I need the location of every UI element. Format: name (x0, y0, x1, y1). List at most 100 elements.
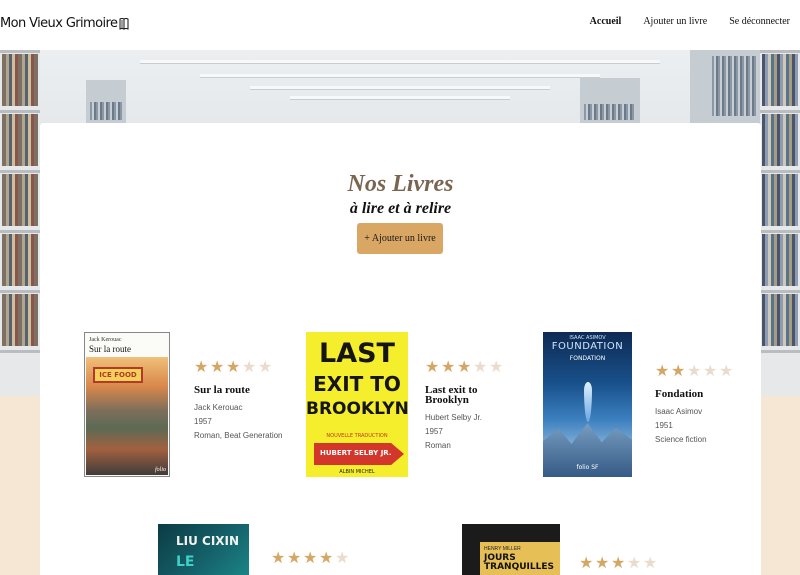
star-filled-icon: ★ (226, 359, 241, 376)
book-cover[interactable]: HENRY MILLER JOURS TRANQUILLES (462, 524, 560, 575)
star-filled-icon: ★ (595, 555, 610, 572)
star-filled-icon: ★ (271, 550, 286, 567)
cover-title-line: BROOKLYN (306, 399, 408, 419)
cover-art (584, 382, 592, 422)
books-panel: Nos Livres à lire et à relire + Ajouter … (40, 123, 761, 575)
cover-publisher: folio (154, 467, 166, 473)
star-empty-icon: ★ (473, 359, 488, 376)
site-header: Mon Vieux Grimoire Accueil Ajouter un li… (0, 0, 800, 50)
book-cover[interactable]: ISAAC ASIMOV FOUNDATION FONDATION folio … (543, 332, 632, 477)
book-cover[interactable]: Jack Kerouac Sur la route ICE FOOD folio (84, 332, 170, 477)
add-book-button[interactable]: + Ajouter un livre (357, 223, 443, 254)
book-author: Hubert Selby Jr. (425, 413, 482, 422)
book-title[interactable]: Last exit to Brooklyn (425, 385, 515, 406)
books (584, 104, 636, 120)
star-empty-icon: ★ (687, 363, 702, 380)
star-empty-icon: ★ (643, 555, 658, 572)
books (2, 294, 38, 346)
book-icon (119, 18, 129, 30)
ceiling-light (250, 86, 550, 90)
rating: ★ ★ ★ ★ ★ (194, 359, 284, 376)
book-genre: Roman, Beat Generation (194, 431, 283, 440)
book-cover[interactable]: LAST EXIT TO BROOKLYN NOUVELLE TRADUCTIO… (306, 332, 408, 477)
star-empty-icon: ★ (719, 363, 734, 380)
star-filled-icon: ★ (287, 550, 302, 567)
book-genre: Roman (425, 441, 451, 450)
star-empty-icon: ★ (335, 550, 350, 567)
cover-tagline: NOUVELLE TRADUCTION (326, 433, 388, 439)
books (762, 114, 798, 166)
books (2, 114, 38, 166)
star-filled-icon: ★ (425, 359, 440, 376)
cover-title: LE (176, 554, 195, 570)
book-info: ★ ★ ★ ★ ★ Sur la route Jack Kerouac 1957 Rom… (194, 359, 284, 441)
books (712, 56, 758, 116)
nav-accueil[interactable]: Accueil (590, 16, 622, 27)
star-filled-icon: ★ (457, 359, 472, 376)
cover-big-title: FOUNDATION (551, 341, 624, 352)
rating: ★ ★ ★ ★ ★ (579, 555, 669, 572)
star-empty-icon: ★ (242, 359, 257, 376)
books (762, 294, 798, 346)
rating: ★ ★ ★ ★ ★ (425, 359, 515, 376)
cover-title: Sur la route (89, 344, 131, 354)
ceiling-light (200, 74, 600, 78)
books (762, 234, 798, 286)
book-info: ★ ★ ★ ★ ★ (271, 550, 361, 567)
books (762, 54, 798, 106)
books (2, 234, 38, 286)
cover-author: LIU CIXIN (176, 534, 240, 548)
cover-title: FONDATION (569, 355, 606, 362)
books (2, 174, 38, 226)
cover-sign: ICE FOOD (93, 367, 143, 383)
books (90, 102, 122, 120)
book-genre: Science fiction (655, 435, 707, 444)
book-title[interactable]: Sur la route (194, 385, 284, 396)
book-cover[interactable]: LIU CIXIN LE (158, 524, 249, 575)
book-info: ★ ★ ★ ★ ★ Last exit to Brooklyn Hubert Selby… (425, 359, 515, 451)
rating: ★ ★ ★ ★ ★ (271, 550, 361, 567)
book-year: 1957 (194, 417, 212, 426)
cover-title: JOURS TRANQUILLES (484, 553, 554, 572)
star-filled-icon: ★ (611, 555, 626, 572)
star-filled-icon: ★ (303, 550, 318, 567)
cover-publisher: ALBIN MICHEL (339, 469, 375, 475)
cover-author: HUBERT SELBY JR. (320, 449, 392, 457)
main-nav: Accueil Ajouter un livre Se déconnecter (590, 16, 790, 27)
star-filled-icon: ★ (194, 359, 209, 376)
page-title: Nos Livres (347, 171, 454, 197)
star-filled-icon: ★ (579, 555, 594, 572)
nav-deconnexion[interactable]: Se déconnecter (729, 16, 790, 27)
star-empty-icon: ★ (258, 359, 273, 376)
star-filled-icon: ★ (655, 363, 670, 380)
logo-text: Mon Vieux Grimoire (0, 16, 118, 31)
cover-title-line: LAST (319, 338, 395, 369)
book-year: 1951 (655, 421, 673, 430)
books (762, 174, 798, 226)
star-empty-icon: ★ (489, 359, 504, 376)
logo[interactable]: Mon Vieux Grimoire (0, 16, 130, 31)
cover-author: Jack Kerouac (89, 337, 122, 343)
book-info: ★ ★ ★ ★ ★ (579, 555, 669, 572)
shelf-right (760, 50, 800, 396)
cover-author: HENRY MILLER (484, 546, 521, 552)
star-filled-icon: ★ (671, 363, 686, 380)
star-filled-icon: ★ (441, 359, 456, 376)
rating: ★ ★ ★ ★ ★ (655, 363, 745, 380)
book-year: 1957 (425, 427, 443, 436)
star-filled-icon: ★ (319, 550, 334, 567)
shelf-left (0, 50, 40, 396)
book-author: Isaac Asimov (655, 407, 703, 416)
book-info: ★ ★ ★ ★ ★ Fondation Isaac Asimov 1951 Scienc… (655, 363, 745, 445)
cover-publisher: folio SF (576, 464, 599, 471)
nav-ajouter-livre[interactable]: Ajouter un livre (643, 16, 707, 27)
page-subtitle: à lire et à relire (349, 200, 452, 217)
star-empty-icon: ★ (703, 363, 718, 380)
cover-title-line: EXIT TO (313, 372, 401, 396)
book-title[interactable]: Fondation (655, 389, 745, 400)
book-author: Jack Kerouac (194, 403, 243, 412)
ceiling-light (140, 60, 660, 64)
star-empty-icon: ★ (627, 555, 642, 572)
cover-arrow: HUBERT SELBY JR. (314, 443, 404, 465)
ceiling-light (290, 96, 510, 100)
